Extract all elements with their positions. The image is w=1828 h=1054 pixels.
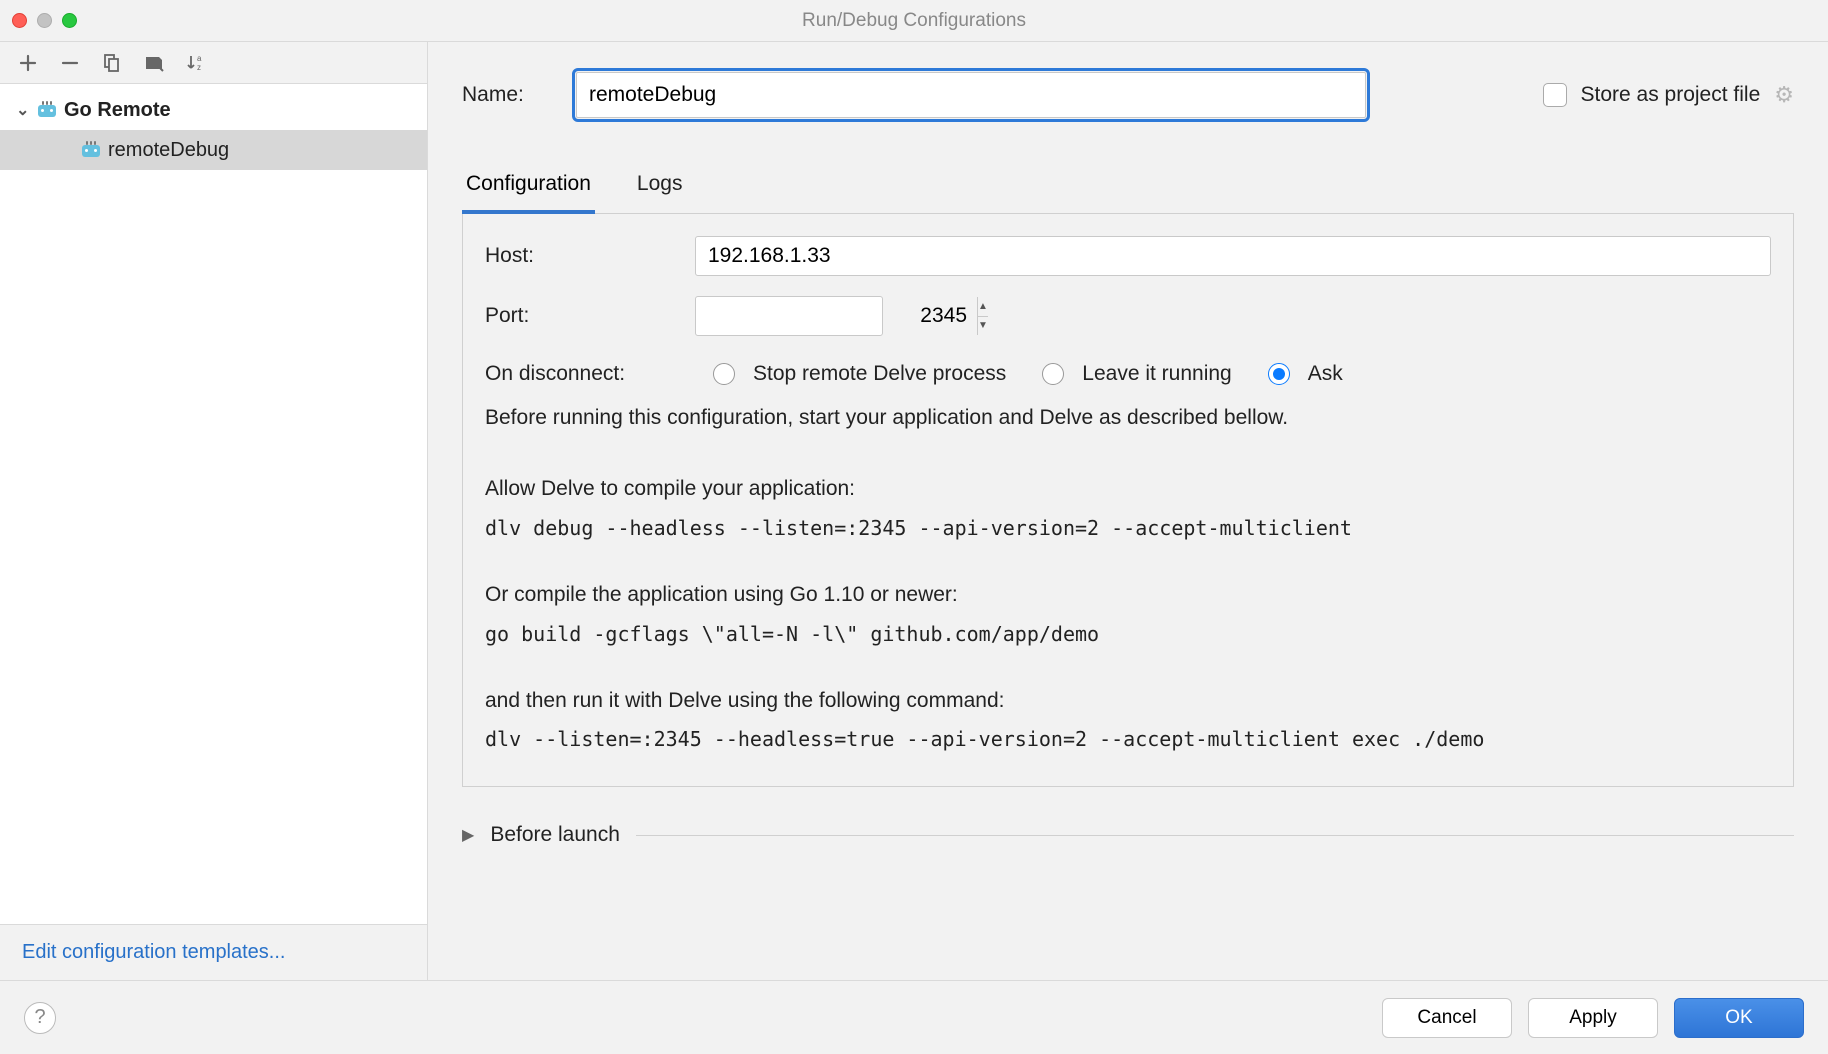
name-label: Name:: [462, 83, 550, 107]
store-as-project-label: Store as project file: [1581, 83, 1761, 107]
chevron-down-icon: ⌄: [16, 100, 30, 120]
window-controls: [12, 13, 77, 28]
allow-delve-line: Allow Delve to compile your application:: [485, 471, 1771, 507]
hint-before-running: Before running this configuration, start…: [485, 400, 1771, 436]
before-launch-label: Before launch: [490, 823, 620, 847]
gear-icon[interactable]: ⚙: [1774, 82, 1794, 108]
disconnect-label: On disconnect:: [485, 356, 695, 392]
cmd-delve-exec: dlv --listen=:2345 --headless=true --api…: [485, 722, 1771, 756]
tree-item-label: remoteDebug: [108, 139, 229, 162]
sidebar-footer: Edit configuration templates...: [0, 924, 427, 980]
apply-button[interactable]: Apply: [1528, 998, 1658, 1038]
then-run-line: and then run it with Delve using the fol…: [485, 683, 1771, 719]
radio-ask-label: Ask: [1308, 356, 1343, 392]
separator-line: [636, 835, 1794, 836]
config-tree: ⌄ Go Remote remoteDebug: [0, 84, 427, 924]
tab-configuration[interactable]: Configuration: [462, 162, 595, 214]
minimize-window-button[interactable]: [37, 13, 52, 28]
expand-triangle-icon: ▶: [462, 825, 474, 845]
dialog-footer: ? Cancel Apply OK: [0, 980, 1828, 1054]
go-remote-icon: [80, 141, 102, 159]
svg-text:a: a: [197, 54, 202, 63]
titlebar: Run/Debug Configurations: [0, 0, 1828, 42]
tab-logs[interactable]: Logs: [633, 162, 687, 213]
add-config-button[interactable]: [16, 51, 40, 75]
tree-item-remotedebug[interactable]: remoteDebug: [0, 130, 427, 170]
svg-text:z: z: [197, 63, 201, 72]
radio-stop-process-label: Stop remote Delve process: [753, 356, 1006, 392]
port-input[interactable]: [696, 297, 977, 335]
radio-leave-running-label: Leave it running: [1082, 356, 1231, 392]
host-label: Host:: [485, 238, 695, 274]
radio-leave-running[interactable]: [1042, 363, 1064, 385]
cmd-go-build: go build -gcflags \"all=-N -l\" github.c…: [485, 617, 1771, 651]
edit-templates-link[interactable]: Edit configuration templates...: [22, 941, 285, 963]
help-button[interactable]: ?: [24, 1002, 56, 1034]
radio-stop-process[interactable]: [713, 363, 735, 385]
sidebar: az ⌄ Go Remote remoteDeb: [0, 42, 428, 980]
save-template-button[interactable]: [142, 51, 166, 75]
tabs: Configuration Logs: [462, 162, 1794, 214]
tree-group-label: Go Remote: [64, 99, 171, 122]
run-debug-config-dialog: Run/Debug Configurations az: [0, 0, 1828, 1054]
cmd-delve-debug: dlv debug --headless --listen=:2345 --ap…: [485, 511, 1771, 545]
window-title: Run/Debug Configurations: [0, 10, 1828, 32]
sort-button[interactable]: az: [184, 51, 208, 75]
port-stepper: ▲ ▼: [695, 296, 883, 336]
tree-group-go-remote[interactable]: ⌄ Go Remote: [0, 90, 427, 130]
cancel-button[interactable]: Cancel: [1382, 998, 1512, 1038]
configuration-panel: Host: Port: ▲ ▼ On disconnect:: [462, 214, 1794, 787]
or-compile-line: Or compile the application using Go 1.10…: [485, 577, 1771, 613]
port-step-up[interactable]: ▲: [978, 297, 988, 317]
copy-config-button[interactable]: [100, 51, 124, 75]
before-launch-section[interactable]: ▶ Before launch: [462, 823, 1794, 847]
remove-config-button[interactable]: [58, 51, 82, 75]
maximize-window-button[interactable]: [62, 13, 77, 28]
sidebar-toolbar: az: [0, 42, 427, 84]
content-pane: Name: Store as project file ⚙ Configurat…: [428, 42, 1828, 980]
name-input[interactable]: [576, 72, 1366, 118]
host-input[interactable]: [695, 236, 1771, 276]
ok-button[interactable]: OK: [1674, 998, 1804, 1038]
go-remote-icon: [36, 101, 58, 119]
port-step-down[interactable]: ▼: [978, 317, 988, 336]
store-as-project-checkbox[interactable]: [1543, 83, 1567, 107]
port-label: Port:: [485, 298, 695, 334]
radio-ask[interactable]: [1268, 363, 1290, 385]
close-window-button[interactable]: [12, 13, 27, 28]
